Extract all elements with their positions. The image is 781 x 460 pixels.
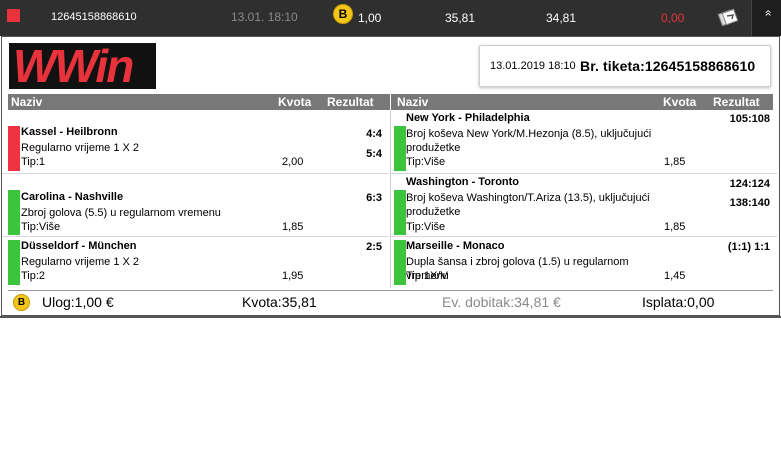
header-result: Rezultat: [713, 95, 760, 109]
result-line: 6:3: [366, 192, 382, 204]
tip: Tip:Više: [21, 221, 61, 233]
refresh-icon[interactable]: [717, 7, 739, 29]
header-odds: Kvota: [663, 95, 697, 109]
header-odds: Kvota: [278, 95, 312, 109]
market-name: Broj koševa Washington/T.Ariza (13.5), u…: [406, 191, 650, 219]
status-bar-won: [394, 190, 406, 235]
ticket-datetime: 13.01. 18:10: [231, 10, 298, 24]
match-name: Washington - Toronto: [406, 176, 520, 188]
market-line: Broj koševa Washington/T.Ariza (13.5), u…: [406, 192, 650, 204]
header-name: Naziv: [11, 95, 43, 109]
status-bar-won: [394, 126, 406, 171]
table-row: Carolina - Nashville Zbroj golova (5.5) …: [2, 174, 388, 237]
bonus-icon: B: [13, 294, 30, 311]
selection-odds: 1,85: [664, 156, 686, 168]
market-line: Dupla šansa i zbroj golova (1.5) u regul…: [406, 256, 629, 268]
result-line: 124:124: [729, 178, 770, 190]
payout-value: 0,00: [661, 11, 685, 25]
match-name: Carolina - Nashville: [21, 191, 124, 203]
ticket-summary-bar[interactable]: 12645158868610 13.01. 18:10 B 1,00 35,81…: [0, 0, 781, 36]
payout: Isplata:0,00: [642, 294, 715, 310]
status-bar-won: [394, 240, 406, 285]
result-line: (1:1) 1:1: [727, 241, 770, 253]
ticket-number: Br. tiketa:12645158868610: [580, 58, 756, 74]
stake-value: 1,00: [358, 11, 382, 25]
market-name: Zbroj golova (5.5) u regularnom vremenu: [21, 207, 221, 219]
header-result: Rezultat: [327, 95, 374, 109]
selection-odds: 1,85: [664, 221, 686, 233]
status-bar-won: [8, 240, 20, 285]
tip: Tip:Više: [406, 221, 446, 233]
wwin-logo: WWin: [9, 43, 156, 89]
match-name: Düsseldorf - München: [21, 240, 137, 252]
tip: Tip:1X/V: [406, 270, 448, 282]
potential-win-value: 34,81: [546, 11, 577, 25]
selection-odds: 2,00: [282, 156, 304, 168]
ticket-info-datetime: 13.01.2019 18:10: [490, 60, 576, 72]
market-name: Regularno vrijeme 1 X 2: [21, 256, 140, 268]
market-line: produžetke: [406, 142, 461, 154]
ticket-bottom-border: [0, 316, 781, 318]
logo-text: WWin: [13, 43, 134, 89]
result-line: 4:4: [366, 128, 382, 140]
selection-odds: 1,95: [282, 270, 304, 282]
status-bar-won: [8, 190, 20, 235]
ticket-status-indicator: [7, 9, 20, 22]
ticket-info-box: 13.01.2019 18:10 Br. tiketa:126451588686…: [479, 45, 771, 87]
market-name: Regularno vrijeme 1 X 2: [21, 142, 140, 154]
table-row: Marseille - Monaco Dupla šansa i zbroj g…: [391, 237, 777, 287]
ticket-id: 12645158868610: [51, 11, 137, 23]
ticket-details: WWin 13.01.2019 18:10 Br. tiketa:1264515…: [1, 36, 780, 316]
right-table-header: Naziv Kvota Rezultat: [391, 94, 773, 110]
total-stake: Ulog:1,00 €: [42, 294, 114, 310]
expand-glyph: »: [760, 9, 774, 17]
ticket-totals: B Ulog:1,00 € Kvota:35,81 Ev. dobitak:34…: [8, 290, 773, 311]
bonus-icon: B: [333, 4, 353, 24]
match-name: New York - Philadelphia: [406, 112, 530, 124]
table-row: Düsseldorf - München Regularno vrijeme 1…: [2, 237, 388, 287]
result-line: 2:5: [366, 241, 382, 253]
table-row: New York - Philadelphia Broj koševa New …: [391, 110, 777, 174]
market-line: produžetke: [406, 206, 461, 218]
left-table-header: Naziv Kvota Rezultat: [8, 94, 390, 110]
table-row: Kassel - Heilbronn Regularno vrijeme 1 X…: [2, 110, 388, 174]
total-odds: Kvota:35,81: [242, 294, 317, 310]
result-line: 138:140: [729, 197, 770, 209]
total-odds-value: 35,81: [445, 11, 476, 25]
result-line: 5:4: [366, 148, 382, 160]
header-name: Naziv: [397, 95, 429, 109]
status-bar-lost: [8, 126, 20, 171]
market-line: Broj koševa New York/M.Hezonja (8.5), uk…: [406, 128, 652, 140]
result-line: 105:108: [729, 113, 770, 125]
potential-win: Ev. dobitak:34,81 €: [442, 294, 561, 310]
match-name: Marseille - Monaco: [406, 240, 505, 252]
tip: Tip:2: [21, 270, 46, 282]
table-row: Washington - Toronto Broj koševa Washing…: [391, 174, 777, 237]
market-name: Broj koševa New York/M.Hezonja (8.5), uk…: [406, 127, 651, 155]
double-chevron-up-icon[interactable]: »: [751, 0, 781, 36]
match-name: Kassel - Heilbronn: [21, 126, 118, 138]
tip: Tip:Više: [406, 156, 446, 168]
tip: Tip:1: [21, 156, 46, 168]
selection-odds: 1,45: [664, 270, 686, 282]
selection-odds: 1,85: [282, 221, 304, 233]
